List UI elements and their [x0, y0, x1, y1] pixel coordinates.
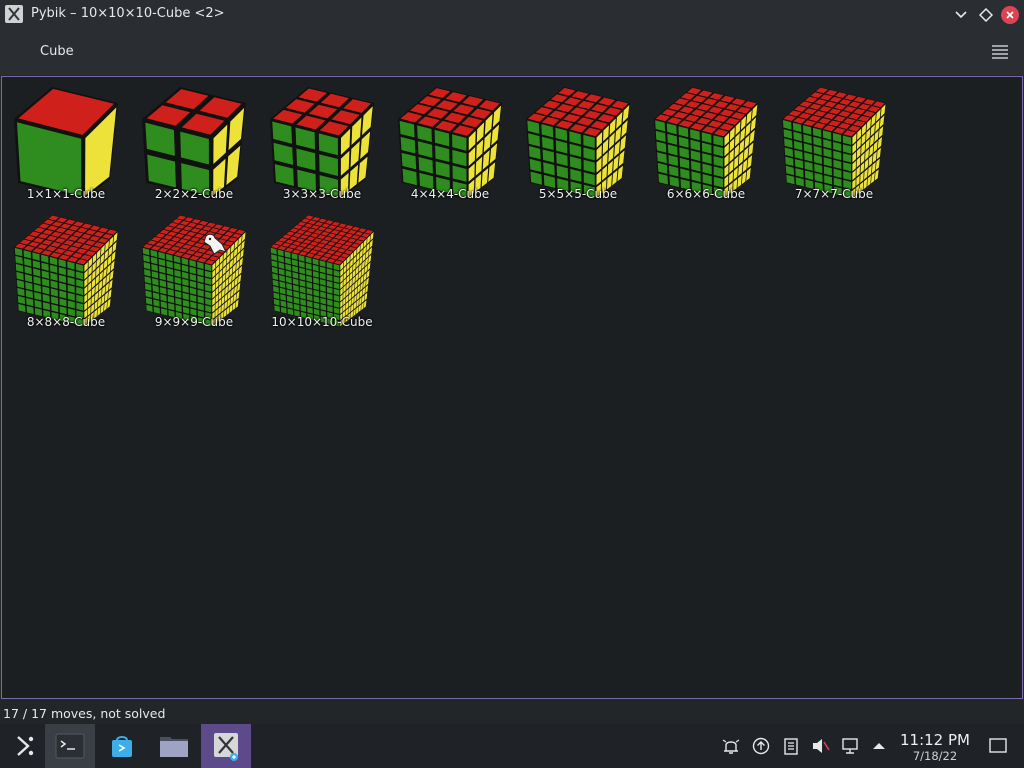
file-manager-icon — [160, 737, 188, 757]
hamburger-icon — [992, 45, 1008, 59]
show-desktop-icon — [989, 738, 1007, 753]
cube-preview — [270, 87, 374, 199]
status-text: 17 / 17 moves, not solved — [3, 706, 166, 721]
cube-preview — [142, 87, 246, 199]
taskbar: 11:12 PM 7/18/22 — [0, 724, 1024, 768]
clipboard-icon — [784, 738, 798, 755]
launcher-icon — [17, 736, 34, 756]
application-launcher[interactable] — [0, 724, 50, 768]
close-icon — [1001, 6, 1019, 24]
network-tray[interactable] — [841, 737, 861, 755]
cube-preview — [654, 87, 758, 199]
cube-preview — [14, 215, 118, 327]
clock-date[interactable]: 7/18/22 — [895, 749, 975, 763]
volume-muted-icon — [813, 739, 830, 753]
cube-preview — [782, 87, 886, 199]
pybik-window: Pybik – 10×10×10-Cube <2> Cube 1×1×1-Cub… — [0, 0, 1024, 724]
cube-label: 3×3×3-Cube — [282, 187, 362, 201]
expand-tray-button[interactable] — [869, 737, 889, 755]
cube-option[interactable]: 3×3×3-Cube — [262, 83, 382, 205]
cube-option[interactable]: 7×7×7-Cube — [774, 83, 894, 205]
pybik-icon — [214, 733, 238, 761]
cube-label: 8×8×8-Cube — [26, 315, 106, 329]
cube-label: 1×1×1-Cube — [26, 187, 106, 201]
cube-label: 5×5×5-Cube — [538, 187, 618, 201]
discover-icon — [112, 736, 132, 757]
cube-label: 4×4×4-Cube — [410, 187, 490, 201]
notifications-icon — [722, 739, 740, 754]
cube-label: 6×6×6-Cube — [666, 187, 746, 201]
task-pybik[interactable] — [201, 724, 251, 768]
cube-option[interactable]: 10×10×10-Cube — [262, 211, 382, 333]
cube-label: 7×7×7-Cube — [794, 187, 874, 201]
network-icon — [842, 738, 858, 754]
window-title: Pybik – 10×10×10-Cube <2> — [31, 6, 225, 21]
minimize-button[interactable] — [951, 5, 971, 25]
updates-tray[interactable] — [751, 737, 771, 755]
status-bar: 17 / 17 moves, not solved — [0, 702, 1024, 724]
cube-option[interactable]: 2×2×2-Cube — [134, 83, 254, 205]
cube-option[interactable]: 1×1×1-Cube — [6, 83, 126, 205]
cube-label: 2×2×2-Cube — [154, 187, 234, 201]
task-discover[interactable] — [97, 724, 147, 768]
expand-tray-icon — [873, 743, 885, 749]
cube-option[interactable]: 4×4×4-Cube — [390, 83, 510, 205]
toolbar: Cube — [0, 30, 1024, 75]
volume-tray[interactable] — [811, 737, 831, 755]
task-file-manager[interactable] — [149, 724, 199, 768]
cube-label: 10×10×10-Cube — [271, 315, 373, 329]
cube-option[interactable]: 9×9×9-Cube — [134, 211, 254, 333]
cube-menu[interactable]: Cube — [40, 44, 74, 59]
cube-option[interactable]: 5×5×5-Cube — [518, 83, 638, 205]
cube-preview — [14, 87, 118, 199]
title-bar: Pybik – 10×10×10-Cube <2> — [0, 0, 1024, 30]
updates-icon — [752, 737, 770, 755]
cube-preview — [142, 215, 246, 327]
chevron-down-icon — [955, 11, 967, 19]
terminal-icon — [55, 733, 85, 759]
cube-label: 9×9×9-Cube — [154, 315, 234, 329]
clipboard-tray[interactable] — [781, 737, 801, 755]
pybik-app-icon[interactable] — [5, 5, 23, 23]
cube-preview — [270, 215, 374, 327]
cube-option[interactable]: 8×8×8-Cube — [6, 211, 126, 333]
cube-selection-grid: 1×1×1-Cube 2×2×2-Cube 3×3×3-Cube 4×4×4-Cube… — [1, 76, 1023, 699]
mouse-cursor-icon — [203, 233, 227, 255]
maximize-button[interactable] — [976, 5, 996, 25]
hamburger-menu-button[interactable] — [990, 43, 1010, 61]
task-terminal[interactable] — [45, 724, 95, 768]
diamond-icon — [979, 8, 993, 22]
cube-option[interactable]: 6×6×6-Cube — [646, 83, 766, 205]
cube-preview — [398, 87, 502, 199]
close-button[interactable] — [1000, 5, 1020, 25]
show-desktop-button[interactable] — [988, 737, 1008, 755]
notifications-tray[interactable] — [721, 737, 741, 755]
cube-preview — [526, 87, 630, 199]
clock-time[interactable]: 11:12 PM — [895, 731, 975, 749]
